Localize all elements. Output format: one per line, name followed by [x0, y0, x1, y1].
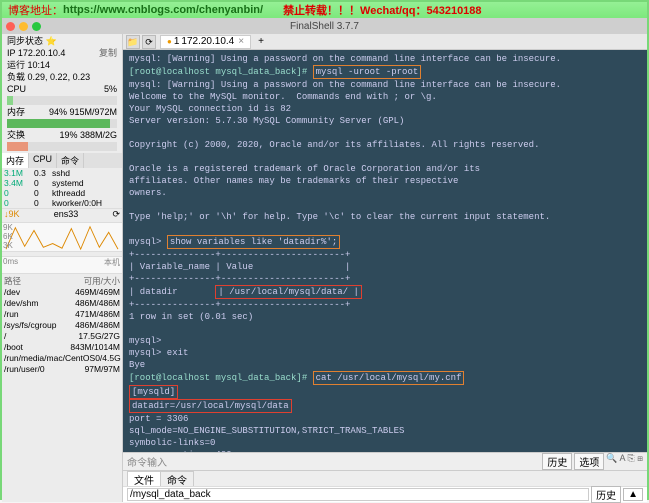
session-tabs: 📁 ⟳ ● 1 172.20.10.4 × + — [123, 34, 647, 50]
shell-prompt: [root@localhost mysql_data_back]# — [129, 373, 307, 383]
cnf-mysqld: [mysqld] — [129, 385, 178, 399]
disk-hdr-path: 路径 — [4, 276, 21, 287]
cnf-datadir: datadir=/usr/local/mysql/data — [129, 399, 292, 413]
tab-cmd[interactable]: 命令 — [57, 153, 84, 168]
terminal[interactable]: mysql: [Warning] Using a password on the… — [123, 50, 647, 452]
tab-ip: 172.20.10.4 — [181, 36, 234, 47]
mem-bar — [7, 119, 117, 128]
disk-row: /dev469M/469M — [4, 287, 120, 298]
banner-url: https://www.cnblogs.com/chenyanbin/ — [63, 4, 263, 16]
proc-row: 00kworker/0:0H — [4, 198, 120, 208]
titlebar[interactable]: FinalShell 3.7.7 — [2, 18, 647, 34]
session-tab[interactable]: ● 1 172.20.10.4 × — [160, 35, 251, 49]
bullet-icon: ● — [167, 37, 172, 46]
proc-tabs: 内存 CPU 命令 — [2, 153, 122, 168]
latency-graph: 0ms 本机 — [2, 256, 122, 274]
copy-button[interactable]: 复制 — [99, 47, 117, 59]
mysql-prompt: mysql> — [129, 237, 161, 247]
net-header: ↓9K ens33 ⟳ — [2, 208, 122, 220]
swap-val: 388M/2G — [80, 130, 117, 140]
swap-label: 交换 — [7, 129, 25, 141]
bottom-tabs: 文件 命令 — [123, 470, 647, 486]
proc-row: 00kthreadd — [4, 188, 120, 198]
banner-warn: 禁止转载！！！Wechat/qq：543210188 — [283, 2, 481, 18]
proc-row: 3.1M0.3sshd — [4, 168, 120, 178]
path-up-icon[interactable]: ▲ — [623, 488, 643, 501]
toolbar-icons[interactable]: 🔍 A ⎘ ⊞ — [606, 453, 643, 470]
process-list: 3.1M0.3sshd 3.4M0systemd 00kthreadd 00kw… — [2, 168, 122, 208]
sync-label: 同步状态 — [7, 36, 43, 46]
swap-pct: 19% — [59, 130, 77, 140]
cmd-cat-cnf: cat /usr/local/mysql/my.cnf — [313, 371, 465, 385]
disk-row: /dev/shm486M/486M — [4, 298, 120, 309]
uptime-value: 10:14 — [28, 60, 51, 70]
disk-row: /run/media/mac/CentOS0/4.5G — [4, 353, 120, 364]
uptime-label: 运行 — [7, 60, 25, 70]
tab-cpu[interactable]: CPU — [29, 153, 57, 168]
proc-row: 3.4M0systemd — [4, 178, 120, 188]
disk-row: /sys/fs/cgroup486M/486M — [4, 320, 120, 331]
refresh-tab-icon[interactable]: ⟳ — [142, 35, 156, 49]
tab-mem[interactable]: 内存 — [2, 153, 29, 168]
close-tab-icon[interactable]: × — [238, 36, 244, 47]
window-title: FinalShell 3.7.7 — [2, 21, 647, 32]
mem-label: 内存 — [7, 106, 25, 118]
cmd-mysql-login: mysql -uroot -proot — [313, 65, 422, 79]
disk-row: /run471M/486M — [4, 309, 120, 320]
local-label: 本机 — [104, 257, 120, 268]
disk-row: /run/user/097M/97M — [4, 364, 120, 375]
cpu-pct: 5% — [104, 83, 117, 95]
blog-banner: 博客地址： https://www.cnblogs.com/chenyanbin… — [2, 2, 647, 18]
banner-prefix: 博客地址： — [8, 2, 63, 18]
folder-icon[interactable]: 📁 — [126, 35, 140, 49]
cmd-show-vars: show variables like 'datadir%'; — [167, 235, 340, 249]
load-label: 负载 — [7, 72, 25, 82]
refresh-icon[interactable]: ⟳ — [112, 209, 120, 220]
disk-row: /boot843M/1014M — [4, 342, 120, 353]
net-down: ↓9K — [4, 209, 20, 220]
star-icon[interactable]: ⭐ — [46, 36, 57, 46]
cpu-bar — [7, 96, 117, 105]
tab-number: 1 — [174, 36, 180, 47]
options-button[interactable]: 选项 — [574, 453, 604, 470]
disk-hdr-size: 可用/大小 — [84, 276, 120, 287]
ip-value: 172.20.10.4 — [18, 48, 66, 58]
shell-prompt: [root@localhost mysql_data_back]# — [129, 67, 307, 77]
mem-pct: 94% — [49, 107, 67, 117]
cpu-label: CPU — [7, 83, 26, 95]
swap-bar — [7, 142, 117, 151]
net-graph: 9K6K3K — [2, 222, 122, 252]
load-value: 0.29, 0.22, 0.23 — [28, 72, 91, 82]
disk-row: /17.5G/27G — [4, 331, 120, 342]
sidebar: 同步状态 ⭐ IP 172.20.10.4 复制 运行 10:14 负载 0.29… — [2, 34, 123, 502]
datadir-value: | /usr/local/mysql/data/ | — [215, 285, 361, 299]
tab-files[interactable]: 文件 — [127, 471, 161, 486]
tab-commands[interactable]: 命令 — [160, 471, 194, 486]
command-bar: 命令输入 历史 选项 🔍 A ⎘ ⊞ — [123, 452, 647, 470]
path-input[interactable] — [127, 488, 589, 501]
history-button[interactable]: 历史 — [542, 453, 572, 470]
ip-label: IP — [7, 48, 15, 58]
cmd-input-label[interactable]: 命令输入 — [127, 454, 167, 469]
new-tab-button[interactable]: + — [254, 36, 268, 47]
net-iface[interactable]: ens33 — [54, 209, 79, 220]
mem-val: 915M/972M — [69, 107, 117, 117]
path-history-button[interactable]: 历史 — [591, 486, 621, 503]
